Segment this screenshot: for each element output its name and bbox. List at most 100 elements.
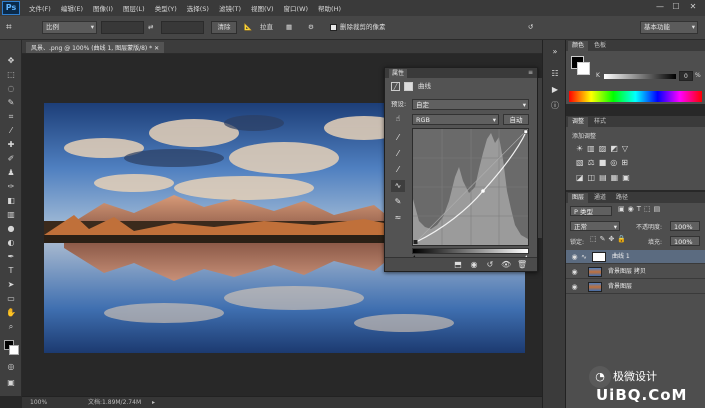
visibility-eye-icon[interactable]: ◉ xyxy=(570,283,579,291)
minimize-icon[interactable]: — xyxy=(655,2,665,12)
delete-cropped-checkbox[interactable]: 删除裁剪的像素 xyxy=(330,21,386,34)
swap-icon[interactable]: ⇄ xyxy=(148,21,153,34)
crop-icon[interactable]: ⌗ xyxy=(6,21,12,34)
sample-black-icon[interactable]: ⁄ xyxy=(391,132,405,144)
layer-row[interactable]: ◉ 背景图层 拷贝 xyxy=(566,265,705,279)
healing-tool-icon[interactable]: ✚ xyxy=(4,140,18,150)
actions-panel-icon[interactable]: ▶ xyxy=(549,84,561,96)
background-color-swatch[interactable] xyxy=(577,62,590,75)
adjustment-row-3-icons[interactable]: ◪◫▤▦▣ xyxy=(576,173,634,182)
tab-swatches[interactable]: 色板 xyxy=(590,41,610,51)
fill-input[interactable]: 100% xyxy=(670,236,700,246)
close-icon[interactable]: ✕ xyxy=(154,45,159,52)
info-panel-icon[interactable]: ⓘ xyxy=(549,100,561,112)
opacity-input[interactable]: 100% xyxy=(670,221,700,231)
visibility-eye-icon[interactable]: 👁 xyxy=(501,260,511,270)
clip-to-layer-icon[interactable]: ⬒ xyxy=(453,260,463,270)
blur-tool-icon[interactable]: ● xyxy=(4,224,18,234)
path-select-tool-icon[interactable]: ➤ xyxy=(4,280,18,290)
workspace-select-label[interactable]: 基本功能 ▾ xyxy=(640,21,698,34)
menu-select[interactable]: 选择(S) xyxy=(182,3,214,13)
visibility-eye-icon[interactable]: ◉ xyxy=(570,253,579,261)
pen-tool-icon[interactable]: ✒ xyxy=(4,252,18,262)
collapse-arrows-icon[interactable]: » xyxy=(549,46,561,58)
trash-icon[interactable]: 🗑 xyxy=(517,260,527,270)
menu-help[interactable]: 帮助(H) xyxy=(313,3,346,13)
history-brush-tool-icon[interactable]: ✑ xyxy=(4,182,18,192)
quick-mask-icon[interactable]: ◎ xyxy=(4,362,18,372)
layer-mask-thumbnail[interactable] xyxy=(592,252,606,262)
zoom-level[interactable]: 100% xyxy=(30,397,47,408)
move-tool-icon[interactable]: ✥ xyxy=(4,56,18,66)
panel-menu-icon[interactable]: ≡ xyxy=(528,68,533,78)
stamp-tool-icon[interactable]: ♟ xyxy=(4,168,18,178)
sample-white-icon[interactable]: ⁄ xyxy=(391,164,405,176)
reset-icon[interactable]: ↺ xyxy=(528,21,533,34)
sample-gray-icon[interactable]: ⁄ xyxy=(391,148,405,160)
ratio-select[interactable]: 比例 ▾ xyxy=(42,21,97,34)
color-spectrum[interactable] xyxy=(569,91,702,102)
clear-button[interactable]: 清除 xyxy=(211,21,237,34)
screen-mode-icon[interactable]: ▣ xyxy=(4,378,18,388)
reset-icon[interactable]: ↺ xyxy=(485,260,495,270)
layer-filter-select[interactable]: P 类型 xyxy=(570,206,612,216)
visibility-eye-icon[interactable]: ◉ xyxy=(570,268,579,276)
gear-icon[interactable]: ⚙ xyxy=(308,21,314,34)
curve-point-icon[interactable]: ∿ xyxy=(391,180,405,192)
type-tool-icon[interactable]: T xyxy=(4,266,18,276)
close-icon[interactable]: ✕ xyxy=(688,2,698,12)
brush-tool-icon[interactable]: ✐ xyxy=(4,154,18,164)
history-panel-icon[interactable]: ☷ xyxy=(549,68,561,80)
crop-tool-icon[interactable]: ⌗ xyxy=(4,112,18,122)
eyedropper-tool-icon[interactable]: ⁄ xyxy=(4,126,18,136)
k-slider[interactable] xyxy=(604,74,676,79)
marquee-tool-icon[interactable]: ⬚ xyxy=(4,70,18,80)
tab-color[interactable]: 颜色 xyxy=(568,41,589,51)
auto-button[interactable]: 自动 xyxy=(503,114,529,125)
overlay-grid-icon[interactable]: ▦ xyxy=(286,21,292,34)
menu-layer[interactable]: 图层(L) xyxy=(118,3,150,13)
layer-row[interactable]: ◉ ∿ 曲线 1 xyxy=(566,250,705,264)
targeted-adjustment-icon[interactable]: ☝ xyxy=(391,113,405,125)
background-color-swatch[interactable] xyxy=(9,345,19,355)
channel-select[interactable]: RGB ▾ xyxy=(412,114,499,125)
gradient-tool-icon[interactable]: ▥ xyxy=(4,210,18,220)
tab-channels[interactable]: 通道 xyxy=(590,193,610,203)
maximize-icon[interactable]: ☐ xyxy=(671,2,681,12)
dodge-tool-icon[interactable]: ◐ xyxy=(4,238,18,248)
adjustment-row-1-icons[interactable]: ☀▥▨◩▽ xyxy=(576,144,632,153)
layer-mask-icon[interactable] xyxy=(404,82,413,91)
menu-type[interactable]: 类型(Y) xyxy=(150,3,182,13)
menu-window[interactable]: 窗口(W) xyxy=(279,3,314,13)
lasso-tool-icon[interactable]: ◌ xyxy=(4,84,18,94)
status-menu-arrow-icon[interactable]: ▸ xyxy=(152,397,155,408)
preset-select[interactable]: 自定 ▾ xyxy=(412,99,529,110)
menu-image[interactable]: 图像(I) xyxy=(88,3,118,13)
ratio-height-input[interactable] xyxy=(161,21,204,34)
layer-filter-icons[interactable]: ▣◉T⬚▤ xyxy=(618,205,663,213)
quick-select-tool-icon[interactable]: ✎ xyxy=(4,98,18,108)
shape-tool-icon[interactable]: ▭ xyxy=(4,294,18,304)
menu-file[interactable]: 文件(F) xyxy=(24,3,56,13)
curves-graph[interactable] xyxy=(412,128,529,246)
smooth-curve-icon[interactable]: ≈ xyxy=(391,212,405,224)
tab-adjustments[interactable]: 调整 xyxy=(568,117,589,127)
pencil-draw-icon[interactable]: ✎ xyxy=(391,196,405,208)
properties-header[interactable]: 属性 ≡ xyxy=(385,68,537,78)
lock-icons[interactable]: ⬚✎✥🔒 xyxy=(590,235,629,243)
tab-styles[interactable]: 样式 xyxy=(590,117,610,127)
tab-layers[interactable]: 图层 xyxy=(568,193,589,203)
menu-view[interactable]: 视图(V) xyxy=(246,3,279,13)
view-previous-icon[interactable]: ◉ xyxy=(469,260,479,270)
adjustment-row-2-icons[interactable]: ▧⚖■◎⊞ xyxy=(576,158,632,167)
menu-edit[interactable]: 编辑(E) xyxy=(56,3,88,13)
k-value-input[interactable]: 0 xyxy=(679,71,693,81)
blend-mode-select[interactable]: 正常 ▾ xyxy=(570,221,620,231)
zoom-tool-icon[interactable]: ⌕ xyxy=(4,322,18,332)
properties-tab[interactable]: 属性 xyxy=(389,69,408,78)
straighten-icon[interactable]: 📐 xyxy=(244,21,252,34)
layer-row[interactable]: ◉ 背景图层 xyxy=(566,280,705,294)
menu-filter[interactable]: 滤镜(T) xyxy=(214,3,246,13)
eraser-tool-icon[interactable]: ◧ xyxy=(4,196,18,206)
document-tab[interactable]: 风景、.png @ 100% (曲线 1, 图层蒙版/8) * ✕ xyxy=(26,42,165,53)
